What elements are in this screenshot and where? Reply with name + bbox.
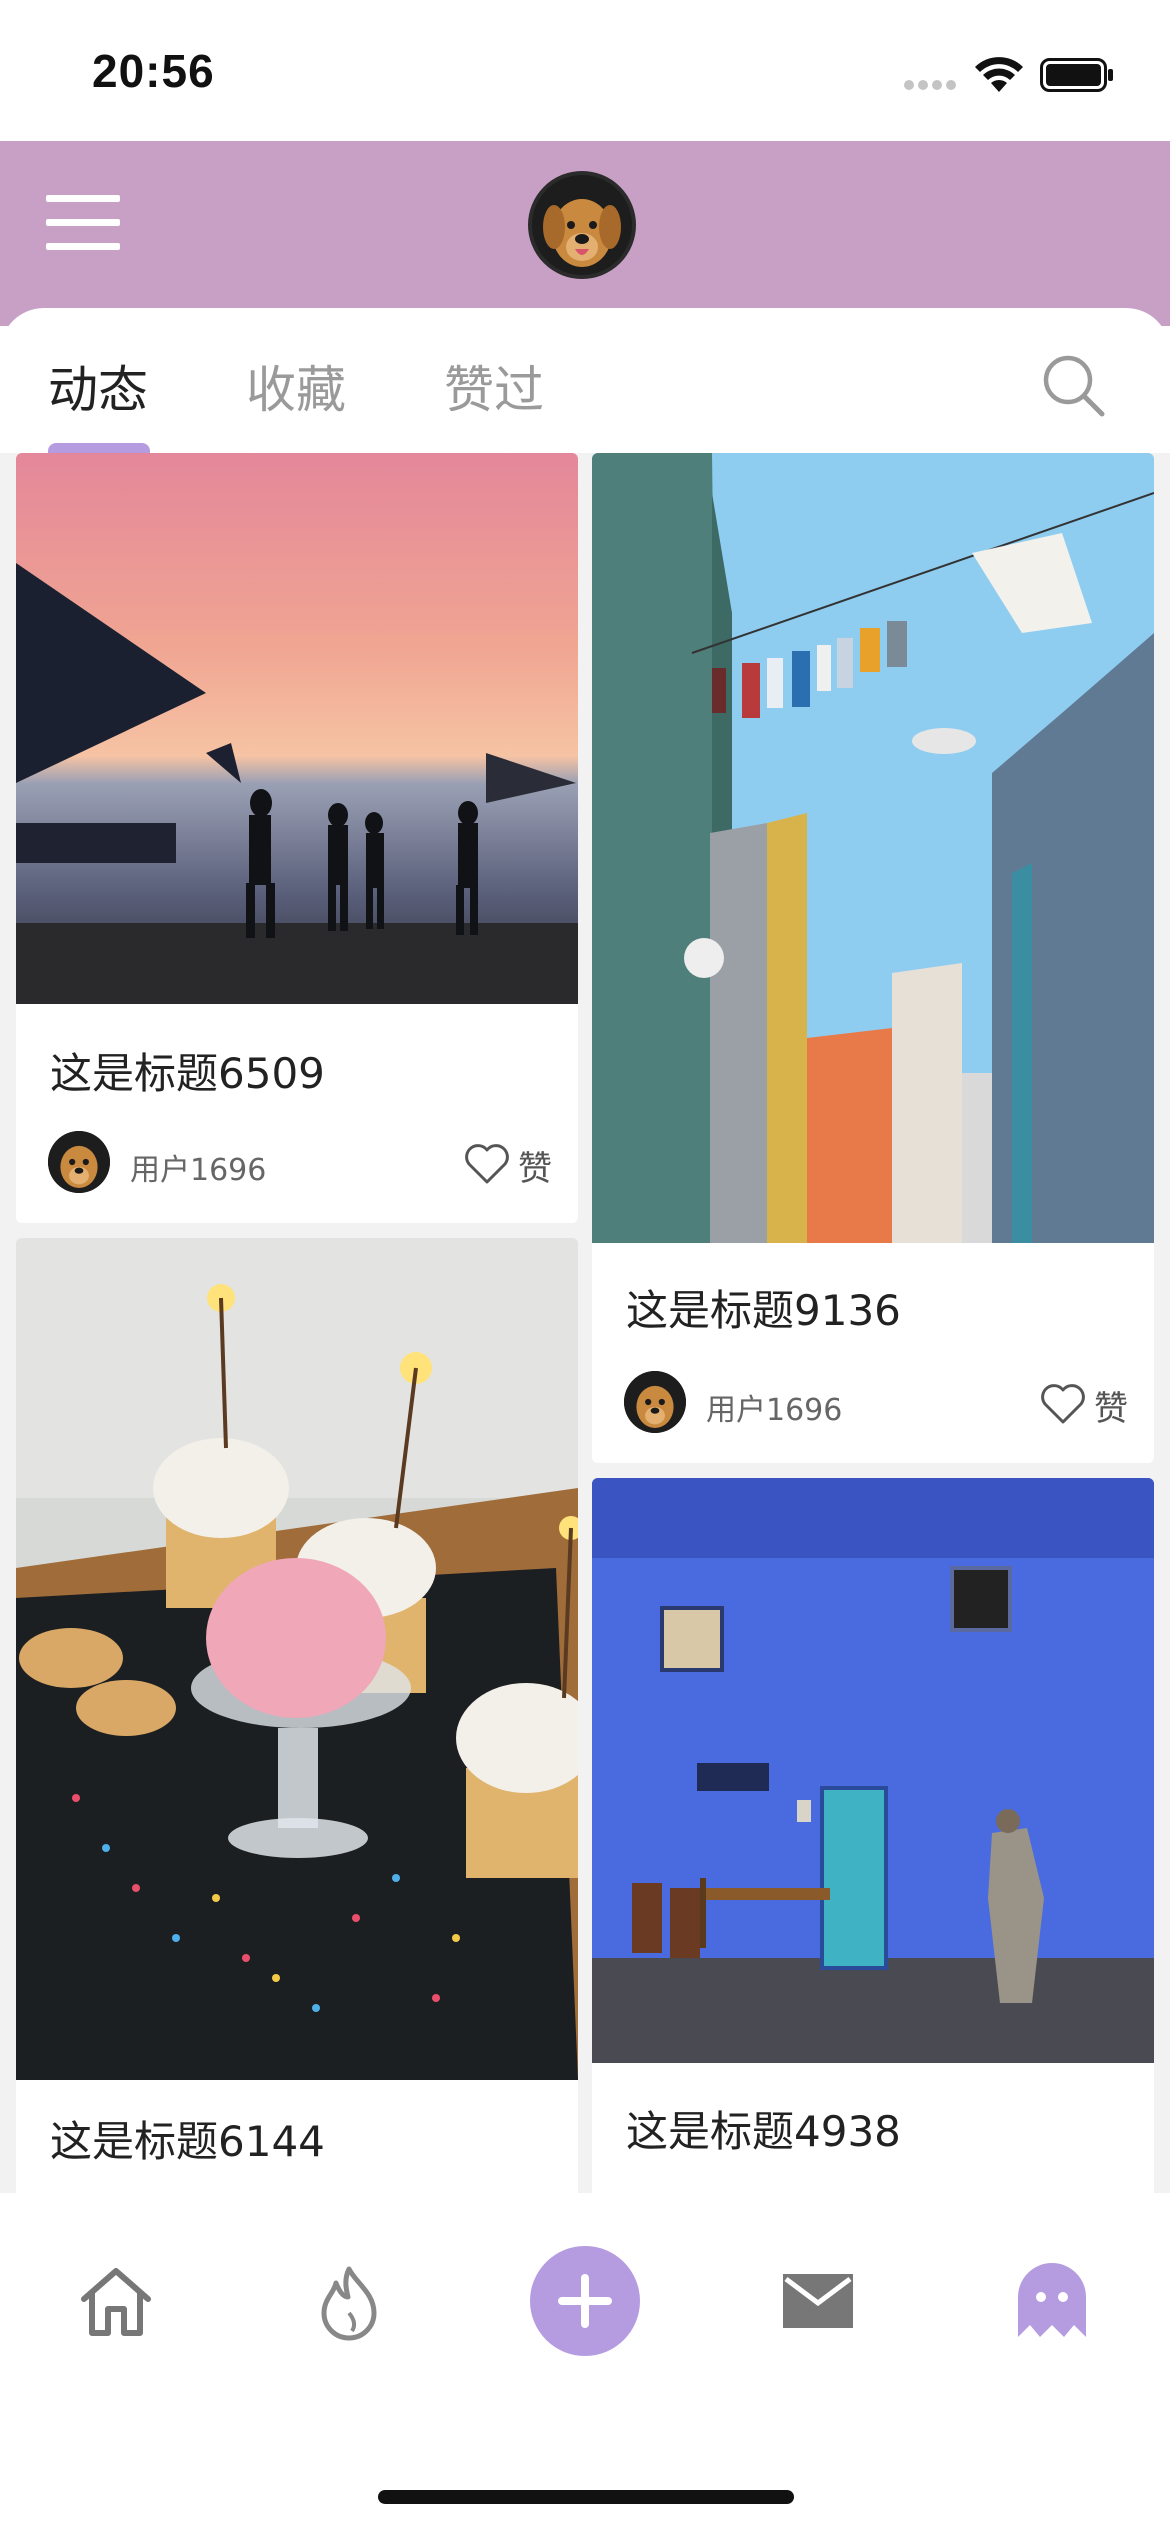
flame-icon[interactable] bbox=[316, 2263, 382, 2343]
tab-liked[interactable]: 赞过 bbox=[444, 350, 544, 422]
active-tab-indicator bbox=[48, 443, 150, 453]
sunset-beach-photo bbox=[16, 453, 578, 1004]
post-card[interactable]: 这是标题4938 bbox=[592, 1478, 1154, 2193]
profile-avatar[interactable] bbox=[528, 171, 636, 279]
post-title: 这是标题6509 bbox=[50, 1049, 325, 1098]
user-avatar[interactable] bbox=[48, 1131, 110, 1193]
cellular-signal-icon bbox=[904, 80, 958, 90]
post-feed[interactable]: 这是标题6509 用户1696 赞 这是标题9136 用户1696 赞 这是标题… bbox=[0, 453, 1170, 2193]
user-avatar[interactable] bbox=[624, 1371, 686, 1433]
hamburger-menu-icon[interactable] bbox=[46, 195, 122, 251]
post-title: 这是标题9136 bbox=[626, 1286, 901, 1335]
ghost-icon[interactable] bbox=[1014, 2259, 1090, 2341]
mail-icon[interactable] bbox=[780, 2271, 856, 2331]
post-card[interactable]: 这是标题9136 用户1696 赞 bbox=[592, 453, 1154, 1463]
bottom-tab-bar bbox=[0, 2193, 1170, 2532]
like-label[interactable]: 赞 bbox=[1094, 1381, 1128, 1430]
wifi-icon bbox=[975, 57, 1023, 92]
post-meta: 用户1696 赞 bbox=[624, 1371, 1128, 1435]
blue-wall-street-photo bbox=[592, 1478, 1154, 2063]
tab-strip: 动态 收藏 赞过 bbox=[0, 308, 1170, 453]
tab-dynamics[interactable]: 动态 bbox=[48, 350, 148, 422]
post-title: 这是标题6144 bbox=[50, 2117, 325, 2166]
post-title: 这是标题4938 bbox=[626, 2107, 901, 2156]
post-card[interactable]: 这是标题6144 bbox=[16, 1238, 578, 2193]
post-card[interactable]: 这是标题6509 用户1696 赞 bbox=[16, 453, 578, 1223]
battery-icon bbox=[1040, 58, 1113, 92]
like-label[interactable]: 赞 bbox=[518, 1141, 552, 1190]
home-icon[interactable] bbox=[78, 2263, 154, 2339]
home-indicator bbox=[378, 2490, 794, 2504]
dog-avatar bbox=[48, 1131, 110, 1193]
dog-avatar bbox=[624, 1371, 686, 1433]
dog-avatar bbox=[532, 175, 632, 275]
status-time: 20:56 bbox=[92, 45, 215, 97]
app-header bbox=[0, 141, 1170, 326]
user-name[interactable]: 用户1696 bbox=[130, 1145, 266, 1189]
post-meta: 用户1696 赞 bbox=[48, 1131, 552, 1195]
status-bar: 20:56 bbox=[0, 0, 1170, 141]
cupcakes-sparklers-photo bbox=[16, 1238, 578, 2080]
add-post-button[interactable] bbox=[530, 2246, 640, 2356]
heart-icon[interactable] bbox=[464, 1143, 510, 1185]
user-name[interactable]: 用户1696 bbox=[706, 1385, 842, 1429]
heart-icon[interactable] bbox=[1040, 1383, 1086, 1425]
tab-favorites[interactable]: 收藏 bbox=[246, 350, 346, 422]
search-icon[interactable] bbox=[1040, 352, 1106, 418]
street-laundry-photo bbox=[592, 453, 1154, 1243]
plus-icon bbox=[558, 2274, 612, 2328]
